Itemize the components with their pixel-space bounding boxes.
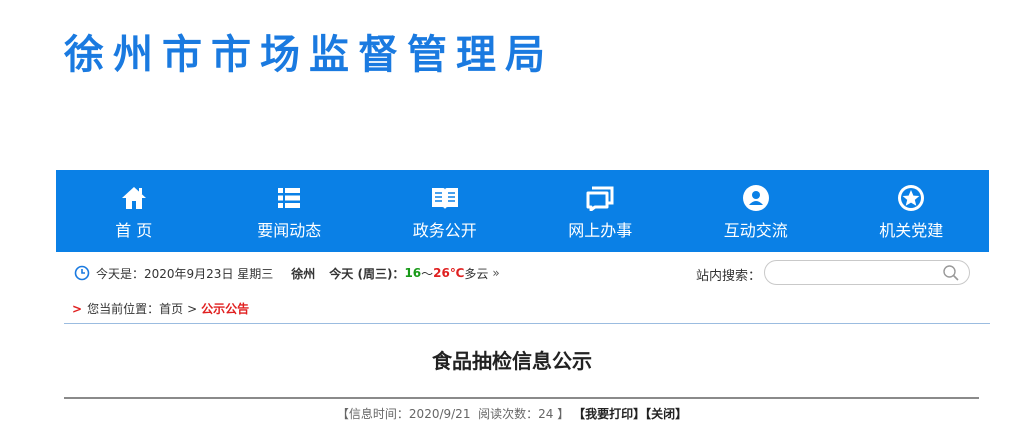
search-input[interactable] xyxy=(775,261,945,284)
search-label: 站内搜索： xyxy=(696,269,762,284)
star-circle-icon xyxy=(896,183,926,213)
meta-views-label: 阅读次数： xyxy=(478,407,539,421)
breadcrumb: > 您当前位置： 首页 > 公示公告 xyxy=(72,300,249,317)
article-meta: 【信息时间：2020/9/21 阅读次数：24 】 【我要打印】【关闭】 xyxy=(0,405,1024,422)
user-circle-icon xyxy=(741,183,771,213)
print-button[interactable]: 【我要打印】 xyxy=(573,407,645,421)
article-title: 食品抽检信息公示 xyxy=(432,349,592,373)
breadcrumb-prefix: 您当前位置： xyxy=(87,302,160,316)
close-button[interactable]: 【关闭】 xyxy=(645,407,687,421)
nav-item-gov-open[interactable]: 政务公开 xyxy=(367,170,523,252)
meta-time-value: 2020/9/21 xyxy=(408,407,471,421)
breadcrumb-divider xyxy=(64,323,990,324)
weather-city: 徐州 xyxy=(291,266,316,281)
weather-condition: 多云 xyxy=(464,266,489,281)
nav-item-online-service[interactable]: 网上办事 xyxy=(523,170,679,252)
list-icon xyxy=(274,183,304,213)
nav-label-gov-open: 政务公开 xyxy=(412,221,477,240)
weather-day: 今天 (周三)： xyxy=(329,266,405,281)
weather-widget: 徐州 今天 (周三)： 16 ～ 26℃ 多云 » xyxy=(291,265,499,282)
nav-label-news: 要闻动态 xyxy=(257,221,322,240)
nav-label-home: 首 页 xyxy=(115,221,153,240)
meta-time-label: 信息时间： xyxy=(348,407,409,421)
breadcrumb-home-link[interactable]: 首页 xyxy=(159,300,183,317)
site-title: 徐州市市场监督管理局 xyxy=(64,32,554,78)
search-box xyxy=(764,260,970,285)
nav-item-news[interactable]: 要闻动态 xyxy=(212,170,368,252)
article-divider xyxy=(64,397,979,399)
nav-item-party-building[interactable]: 机关党建 xyxy=(834,170,990,252)
current-date: 今天是：2020年9月23日 星期三 xyxy=(96,266,274,281)
meta-close-bracket: 】 xyxy=(557,407,570,421)
main-nav: 首 页 要闻动态 政务公开 网上办事 互动交流 机关党建 xyxy=(56,170,989,252)
meta-views-value: 24 xyxy=(538,407,554,421)
weather-temp-high: 26℃ xyxy=(433,266,465,280)
weather-more-link[interactable]: » xyxy=(492,266,499,280)
nav-label-online-service: 网上办事 xyxy=(568,221,633,240)
nav-item-interaction[interactable]: 互动交流 xyxy=(678,170,834,252)
home-icon xyxy=(119,183,149,213)
breadcrumb-marker: > xyxy=(72,301,83,316)
nav-item-home[interactable]: 首 页 xyxy=(56,170,212,252)
info-bar: 今天是：2020年9月23日 星期三 徐州 今天 (周三)： 16 ～ 26℃ … xyxy=(56,258,989,288)
weather-temp-low: 16 xyxy=(404,266,422,280)
meta-open-bracket: 【 xyxy=(336,407,349,421)
window-icon xyxy=(585,183,615,213)
book-icon xyxy=(430,183,460,213)
breadcrumb-separator: > xyxy=(187,301,198,316)
breadcrumb-current-link[interactable]: 公示公告 xyxy=(201,300,249,317)
clock-icon xyxy=(74,265,90,281)
weather-temp-sep: ～ xyxy=(421,266,434,281)
search-icon[interactable] xyxy=(942,264,960,282)
nav-label-party-building: 机关党建 xyxy=(879,221,944,240)
nav-label-interaction: 互动交流 xyxy=(723,221,788,240)
